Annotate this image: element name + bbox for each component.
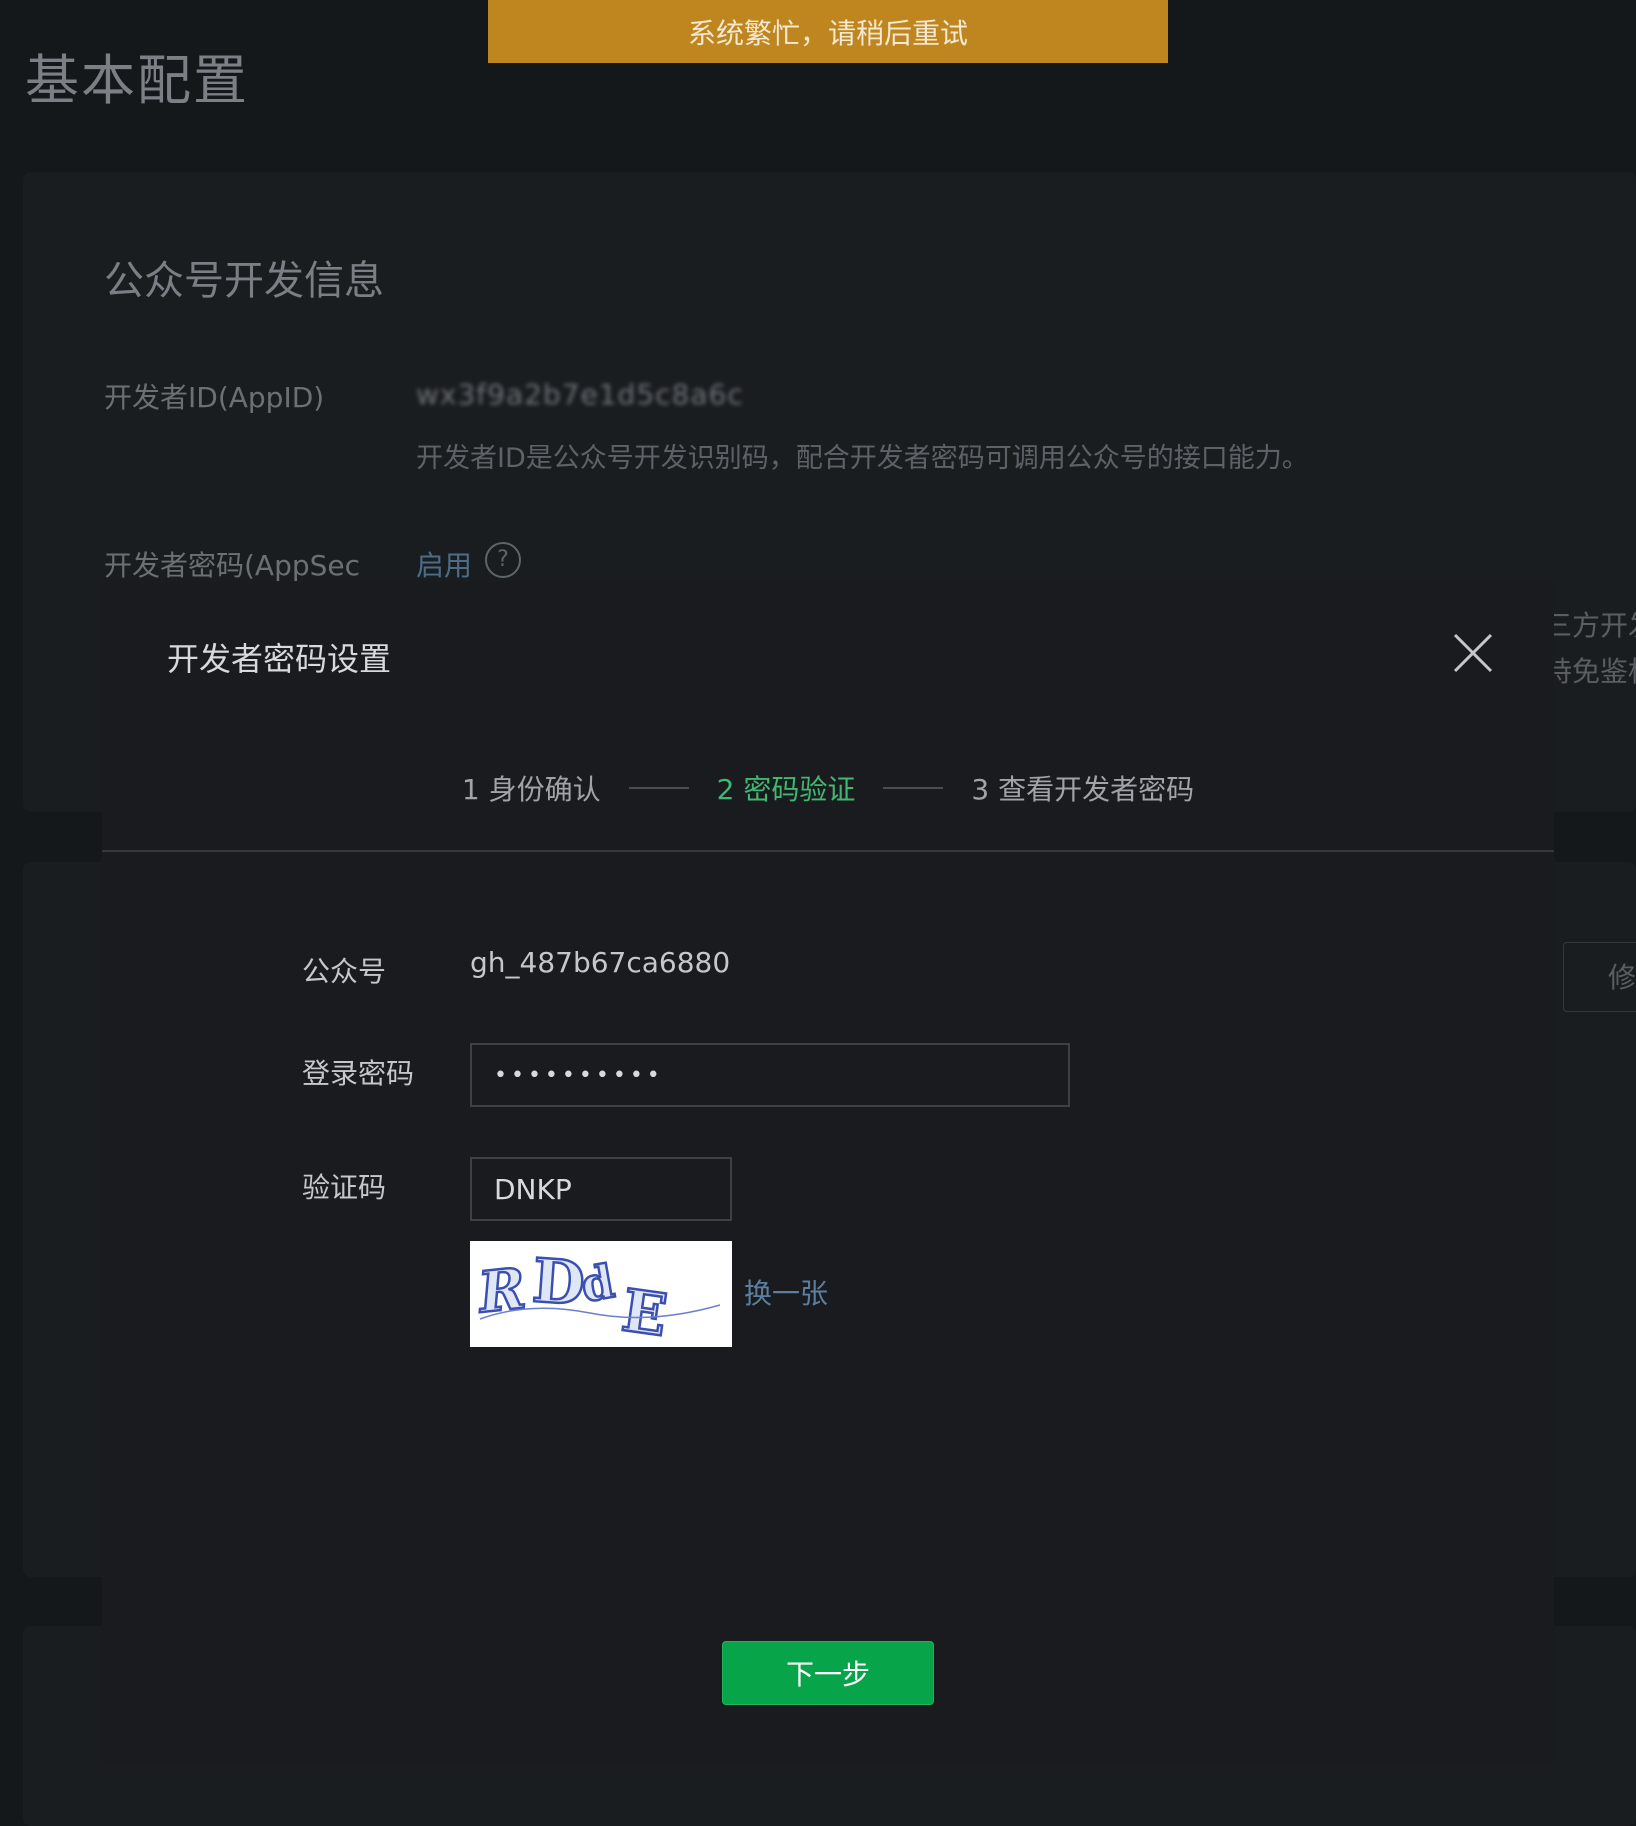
- step-indicator: 1 身份确认 2 密码验证 3 查看开发者密码: [102, 768, 1554, 808]
- svg-text:E: E: [618, 1276, 671, 1347]
- step-connector: [628, 787, 689, 789]
- appsecret-label: 开发者密码(AppSec: [104, 549, 361, 582]
- step-view-secret: 3 查看开发者密码: [971, 773, 1195, 806]
- appid-description: 开发者ID是公众号开发识别码，配合开发者密码可调用公众号的接口能力。: [416, 443, 1309, 474]
- appid-value: wx3f9a2b7e1d5c8a6c: [416, 378, 744, 411]
- background-side-text: 持免鉴标: [1544, 655, 1636, 688]
- svg-text:R: R: [474, 1256, 529, 1327]
- captcha-input[interactable]: DNKP: [470, 1157, 732, 1221]
- next-step-button[interactable]: 下一步: [722, 1641, 934, 1705]
- step-password-verify: 2 密码验证: [716, 773, 856, 806]
- divider: [102, 850, 1554, 852]
- enable-link[interactable]: 启用: [416, 544, 472, 584]
- step-identity-confirm: 1 身份确认: [461, 773, 601, 806]
- svg-text:d: d: [577, 1254, 618, 1313]
- close-icon[interactable]: [1452, 632, 1494, 674]
- password-label: 登录密码: [302, 1057, 415, 1090]
- background-side-text: 三方开发: [1544, 609, 1636, 642]
- account-label: 公众号: [302, 955, 387, 988]
- captcha-label: 验证码: [302, 1171, 387, 1204]
- refresh-captcha-link[interactable]: 换一张: [744, 1272, 828, 1312]
- developer-secret-dialog: 开发者密码设置 1 身份确认 2 密码验证 3 查看开发者密码 公众号 gh_4…: [102, 582, 1554, 1764]
- modify-button[interactable]: 修: [1563, 942, 1636, 1012]
- page-title: 基本配置: [25, 49, 249, 112]
- dialog-title: 开发者密码设置: [167, 640, 392, 678]
- section-title: 公众号开发信息: [104, 258, 384, 304]
- captcha-image[interactable]: R D d E: [470, 1241, 732, 1351]
- account-value: gh_487b67ca6880: [470, 946, 731, 979]
- step-connector: [883, 787, 944, 789]
- error-toast: 系统繁忙，请稍后重试: [488, 0, 1168, 63]
- appid-label: 开发者ID(AppID): [104, 381, 325, 414]
- question-circle-icon[interactable]: ?: [485, 542, 521, 578]
- password-input[interactable]: ••••••••••: [470, 1043, 1070, 1107]
